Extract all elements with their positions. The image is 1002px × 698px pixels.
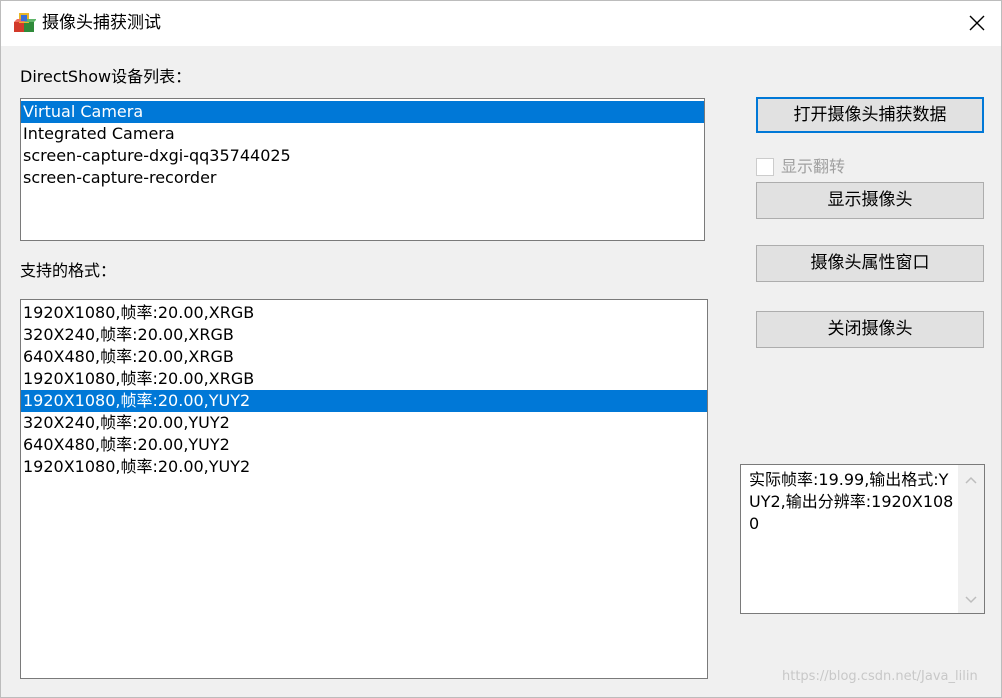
dialog-window: 摄像头捕获测试 DirectShow设备列表： Virtual Camera In… [0,0,1002,698]
format-list-item[interactable]: 640X480,帧率:20.00,XRGB [21,346,707,368]
formats-label: 支持的格式： [20,261,117,280]
watermark: https://blog.csdn.net/Java_lilin [782,669,978,684]
format-list-item[interactable]: 640X480,帧率:20.00,YUY2 [21,434,707,456]
device-list-item[interactable]: Integrated Camera [21,123,704,145]
window-title: 摄像头捕获测试 [42,13,161,33]
device-list-item[interactable]: screen-capture-dxgi-qq35744025 [21,145,704,167]
formats-listbox[interactable]: 1920X1080,帧率:20.00,XRGB 320X240,帧率:20.00,… [20,299,708,679]
device-list-label: DirectShow设备列表： [20,67,192,86]
camera-properties-button[interactable]: 摄像头属性窗口 [756,245,984,282]
app-cubes-icon [14,13,36,32]
format-list-item[interactable]: 320X240,帧率:20.00,XRGB [21,324,707,346]
device-list-item[interactable]: Virtual Camera [21,101,704,123]
format-list-item[interactable]: 1920X1080,帧率:20.00,YUY2 [21,456,707,478]
info-text: 实际帧率:19.99,输出格式:YUY2,输出分辨率:1920X1080 [749,470,954,533]
format-list-item[interactable]: 1920X1080,帧率:20.00,XRGB [21,368,707,390]
scroll-up-icon[interactable] [964,475,978,485]
show-flip-label: 显示翻转 [781,157,846,176]
format-list-item[interactable]: 1920X1080,帧率:20.00,XRGB [21,302,707,324]
show-camera-button[interactable]: 显示摄像头 [756,182,984,219]
open-capture-button[interactable]: 打开摄像头捕获数据 [756,97,984,133]
format-list-item[interactable]: 320X240,帧率:20.00,YUY2 [21,412,707,434]
close-icon [969,15,985,31]
close-camera-button[interactable]: 关闭摄像头 [756,311,984,348]
device-list-item[interactable]: screen-capture-recorder [21,167,704,189]
title-bar[interactable]: 摄像头捕获测试 [1,1,1001,46]
device-listbox[interactable]: Virtual Camera Integrated Camera screen-ca… [20,98,705,241]
close-button[interactable] [953,1,1001,46]
scroll-down-icon[interactable] [964,595,978,605]
show-flip-checkbox[interactable] [756,158,774,176]
info-scrollbar[interactable] [958,465,984,613]
format-list-item[interactable]: 1920X1080,帧率:20.00,YUY2 [21,390,707,412]
info-textbox[interactable]: 实际帧率:19.99,输出格式:YUY2,输出分辨率:1920X1080 [740,464,985,614]
